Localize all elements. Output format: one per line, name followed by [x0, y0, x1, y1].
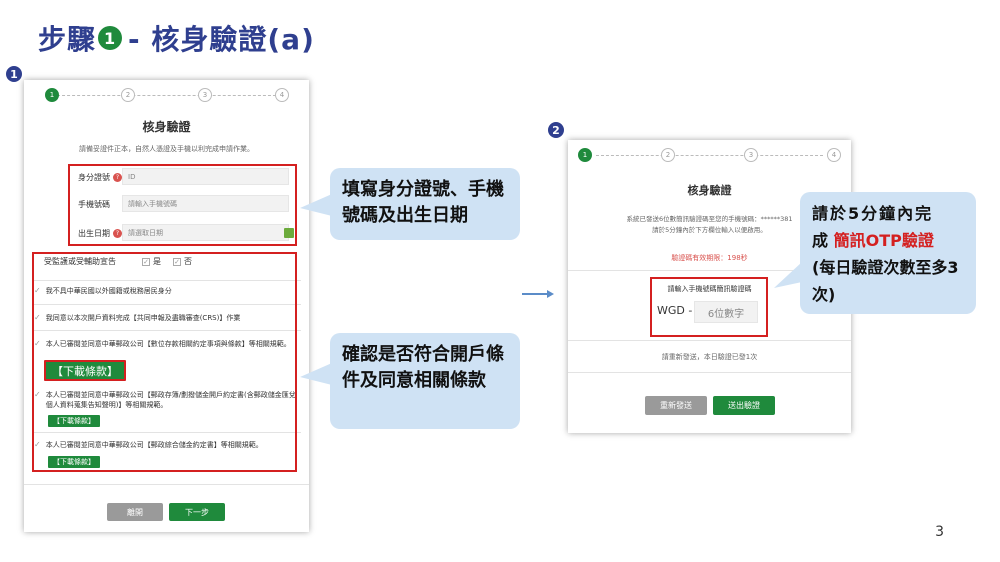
submit-verify-button[interactable]: 送出驗證 [713, 396, 775, 415]
slide-title: 步驟 1 - 核身驗證(a) [38, 18, 315, 58]
callout-line-1: 請於5分鐘內完 [812, 204, 934, 223]
step-dot-1: 1 [578, 148, 592, 162]
step-dot-2: 2 [661, 148, 675, 162]
step-dot-4: 4 [827, 148, 841, 162]
highlight-terms [32, 252, 297, 472]
step-dot-4: 4 [275, 88, 289, 102]
step-marker-1: 1 [6, 66, 22, 82]
progress-stepper: 1 2 3 4 [568, 140, 851, 176]
callout-text: 確認是否符合開戶條件及同意相關條款 [342, 344, 504, 391]
step-dot-1: 1 [45, 88, 59, 102]
step-number-badge: 1 [98, 26, 123, 50]
resend-note: 請重新發送，本日驗證已發1次 [661, 353, 758, 361]
step-dot-3: 3 [744, 148, 758, 162]
step-dot-2: 2 [121, 88, 135, 102]
callout-line-2-plain: 成 [812, 231, 829, 250]
leave-button[interactable]: 離開 [107, 503, 163, 521]
callout-pointer [300, 363, 332, 385]
progress-stepper: 1 2 3 4 [24, 80, 309, 116]
callout-confirm-terms: 確認是否符合開戶條件及同意相關條款 [300, 333, 520, 429]
callout-line-3: (每日驗證次數至多3次) [812, 258, 959, 304]
step-marker-2: 2 [548, 122, 564, 138]
resend-button[interactable]: 重新發送 [645, 396, 707, 415]
flow-arrow [522, 293, 548, 295]
form-heading: 核身驗證 [142, 120, 191, 134]
form-instruction: 請備妥證件正本，自然人憑證及手機以利完成申請作業。 [79, 145, 254, 153]
next-button[interactable]: 下一步 [169, 503, 225, 521]
highlight-input-fields [68, 164, 297, 246]
callout-highlight-otp: 簡訊OTP驗證 [833, 231, 934, 250]
title-prefix: 步驟 [38, 23, 97, 56]
highlight-otp-input [650, 277, 768, 337]
callout-fill-info: 填寫身分證號、手機號碼及出生日期 [300, 168, 520, 240]
callout-text: 填寫身分證號、手機號碼及出生日期 [342, 179, 504, 226]
title-suffix: - 核身驗證(a) [128, 23, 315, 56]
callout-otp-timing: 請於5分鐘內完 成 簡訊OTP驗證 (每日驗證次數至多3次) [774, 192, 976, 314]
callout-line-2: 成 簡訊OTP驗證 [812, 227, 964, 254]
arrow-head-icon [547, 290, 554, 298]
callout-pointer [300, 194, 332, 216]
page-number: 3 [935, 524, 944, 540]
callout-pointer [774, 262, 802, 288]
step-dot-3: 3 [198, 88, 212, 102]
